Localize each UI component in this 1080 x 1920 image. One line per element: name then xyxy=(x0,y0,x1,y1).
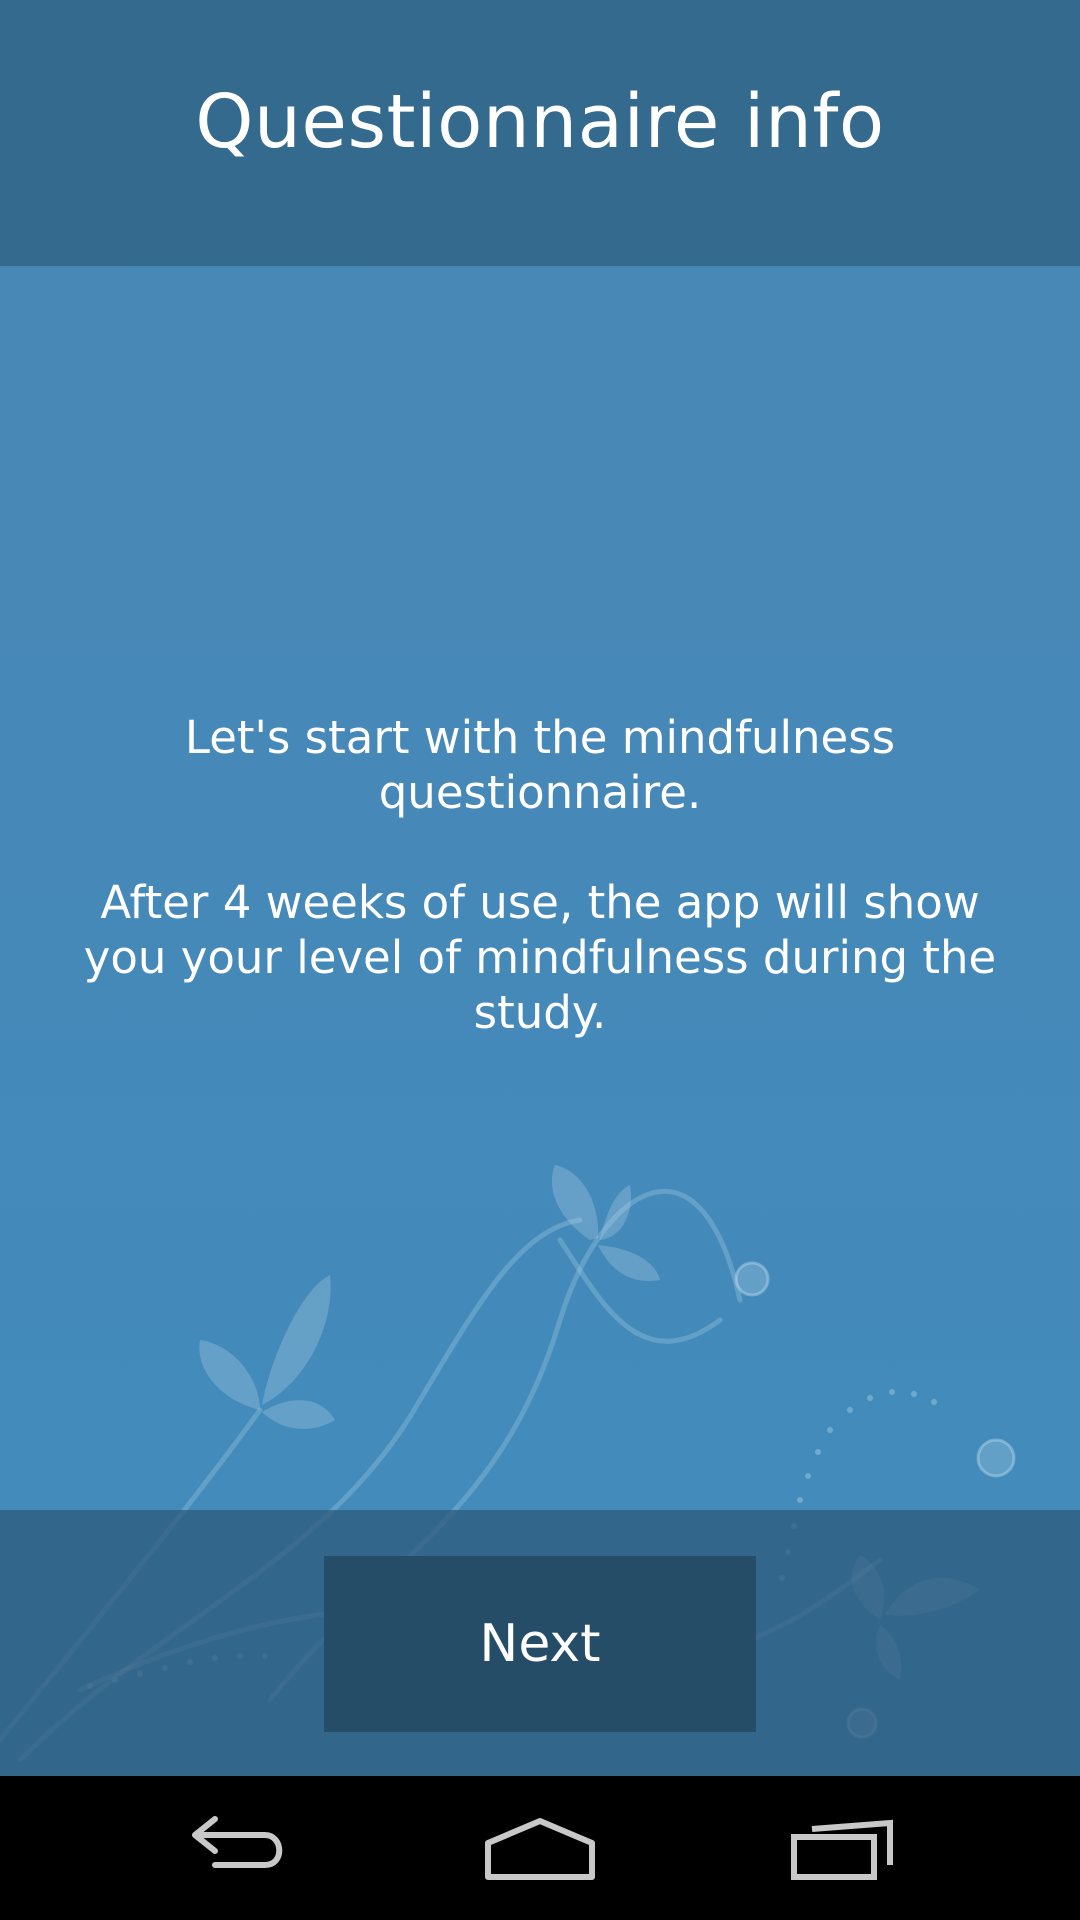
app-header: Questionnaire info xyxy=(0,0,1080,266)
next-button[interactable]: Next xyxy=(324,1556,756,1732)
home-icon xyxy=(485,1818,595,1880)
intro-text: Let's start with the mindfulness questio… xyxy=(184,711,896,819)
explanation-text: After 4 weeks of use, the app will show … xyxy=(83,876,997,1039)
recent-apps-icon xyxy=(791,1819,893,1880)
info-content: Let's start with the mindfulness questio… xyxy=(60,710,1020,1040)
home-button[interactable] xyxy=(440,1776,640,1920)
page-title: Questionnaire info xyxy=(195,79,885,165)
recent-apps-button[interactable] xyxy=(743,1776,943,1920)
back-button[interactable] xyxy=(140,1776,340,1920)
screen: Questionnaire info Let's start with the … xyxy=(0,0,1080,1920)
back-icon xyxy=(192,1816,283,1868)
system-navigation-bar xyxy=(0,1776,1080,1920)
